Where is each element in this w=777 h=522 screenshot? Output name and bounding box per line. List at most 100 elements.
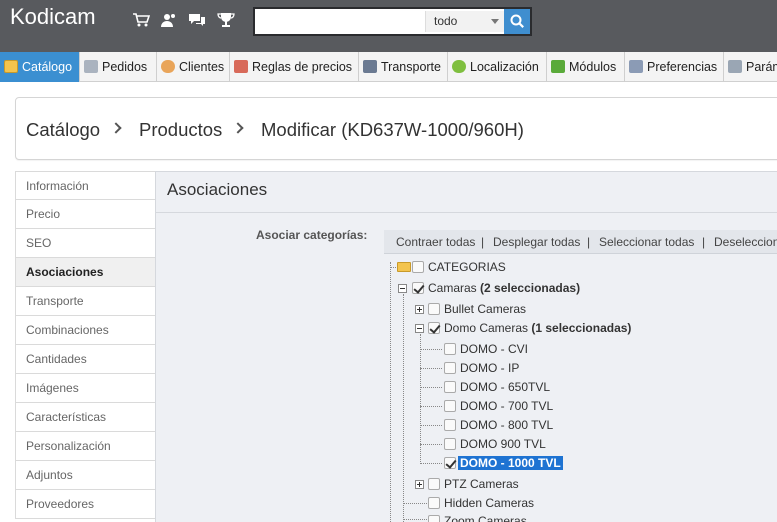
user-icon [161,60,175,73]
page-title: Modificar (KD637W-1000/960H) [261,119,524,140]
category-checkbox[interactable] [412,261,424,273]
category-checkbox[interactable] [444,362,456,374]
menu-item-informacion[interactable]: Información [15,171,156,200]
select-all-link[interactable]: Seleccionar todas [599,230,694,254]
category-checkbox[interactable] [444,457,456,469]
category-checkbox[interactable] [428,322,440,334]
tab-localizacion[interactable]: Localización [448,52,547,82]
chevron-right-icon [232,122,244,134]
collapse-all-link[interactable]: Contraer todas [396,230,475,254]
tree-node-domo-ip[interactable]: DOMO - IP [460,361,519,375]
category-checkbox[interactable] [428,303,440,315]
cart-icon[interactable] [132,12,151,28]
puzzle-icon [551,60,565,73]
tree-node-domo-900tvl[interactable]: DOMO 900 TVL [460,437,546,451]
category-checkbox[interactable] [428,515,440,522]
collapse-toggle[interactable] [398,284,407,293]
tree-node-camaras[interactable]: Camaras (2 seleccionadas) [428,281,580,295]
customers-icon[interactable] [160,12,178,28]
tree-node-hidden-cameras[interactable]: Hidden Cameras [444,496,534,510]
tab-modulos[interactable]: Módulos [547,52,625,82]
category-checkbox[interactable] [444,343,456,355]
node-label: DOMO - IP [460,361,520,375]
tab-label: Clientes [179,60,225,74]
category-checkbox[interactable] [444,419,456,431]
tree-line [403,519,427,520]
tab-preferencias[interactable]: Preferencias [625,52,724,82]
menu-item-precio[interactable]: Precio [15,200,156,229]
category-checkbox[interactable] [428,478,440,490]
tab-reglas-de-precios[interactable]: Reglas de precios [230,52,359,82]
tab-pedidos[interactable]: Pedidos [80,52,157,82]
panel-title: Asociaciones [167,180,268,199]
trophy-icon[interactable] [217,12,235,28]
tree-node-zoom-cameras[interactable]: Zoom Cameras [444,514,527,522]
search-icon [510,14,524,28]
tree-node-domo-cvi[interactable]: DOMO - CVI [460,342,528,356]
tab-parametros[interactable]: Parám [724,52,777,82]
chevron-down-icon [491,19,499,24]
node-label: DOMO 900 TVL [460,437,546,451]
tab-catalogo[interactable]: Catálogo [0,52,80,82]
search-input[interactable] [255,9,423,34]
tree-node-domo-700tvl[interactable]: DOMO - 700 TVL [460,399,553,413]
node-label: DOMO - 1000 TVL [458,456,563,470]
collapse-toggle[interactable] [415,324,424,333]
category-checkbox[interactable] [444,381,456,393]
tree-line [420,406,442,407]
folder-icon [4,60,18,73]
node-label: DOMO - CVI [460,342,528,356]
tree-line [390,262,391,522]
menu-item-imagenes[interactable]: Imágenes [15,374,156,403]
expand-toggle[interactable] [415,480,424,489]
deselect-all-link[interactable]: Deseleccionar [714,230,777,254]
category-checkbox[interactable] [412,282,424,294]
category-checkbox[interactable] [428,497,440,509]
tab-transporte[interactable]: Transporte [359,52,448,82]
menu-item-personalizacion[interactable]: Personalización [15,432,156,461]
menu-item-caracteristicas[interactable]: Características [15,403,156,432]
breadcrumb-item-productos[interactable]: Productos [139,119,222,141]
tree-node-domo-1000tvl[interactable]: DOMO - 1000 TVL [458,456,563,470]
price-rules-icon [234,60,248,73]
expand-toggle[interactable] [415,305,424,314]
breadcrumb-item-catalogo[interactable]: Catálogo [26,119,100,141]
toolbar-separator: | [481,235,485,249]
preferences-icon [629,60,643,73]
toolbar-separator: | [587,235,591,249]
tree-node-bullet-cameras[interactable]: Bullet Cameras [444,302,526,316]
tab-label: Módulos [569,60,617,74]
tree-node-ptz-cameras[interactable]: PTZ Cameras [444,477,519,491]
category-checkbox[interactable] [444,438,456,450]
logo[interactable]: Kodicam [10,4,96,30]
node-label: Zoom Cameras [444,514,527,522]
messages-icon[interactable] [188,12,206,28]
expand-all-link[interactable]: Desplegar todas [493,230,580,254]
search-scope-select[interactable]: todo [425,11,505,32]
category-checkbox[interactable] [444,400,456,412]
menu-item-combinaciones[interactable]: Combinaciones [15,316,156,345]
tab-label: Parám [746,60,777,74]
tab-label: Pedidos [102,60,148,74]
tree-node-domo-cameras[interactable]: Domo Cameras (1 seleccionadas) [444,321,631,335]
toolbar-separator: | [702,235,706,249]
wrench-icon [728,60,742,73]
node-label: DOMO - 800 TVL [460,418,554,432]
truck-icon [363,60,377,73]
selected-count: (2 seleccionadas) [480,281,581,295]
tab-clientes[interactable]: Clientes [157,52,230,82]
tree-line [403,503,427,504]
tree-node-root: CATEGORIAS [428,260,506,274]
menu-item-cantidades[interactable]: Cantidades [15,345,156,374]
cart-icon [84,60,98,73]
search-button[interactable] [504,9,530,34]
tree-node-domo-650tvl[interactable]: DOMO - 650TVL [460,380,550,394]
menu-item-seo[interactable]: SEO [15,229,156,258]
menu-item-proveedores[interactable]: Proveedores [15,490,156,519]
tree-node-domo-800tvl[interactable]: DOMO - 800 TVL [460,418,553,432]
menu-item-transporte[interactable]: Transporte [15,287,156,316]
tree-line [420,463,442,464]
tree-line [420,425,442,426]
menu-item-adjuntos[interactable]: Adjuntos [15,461,156,490]
menu-item-asociaciones[interactable]: Asociaciones [15,258,156,287]
